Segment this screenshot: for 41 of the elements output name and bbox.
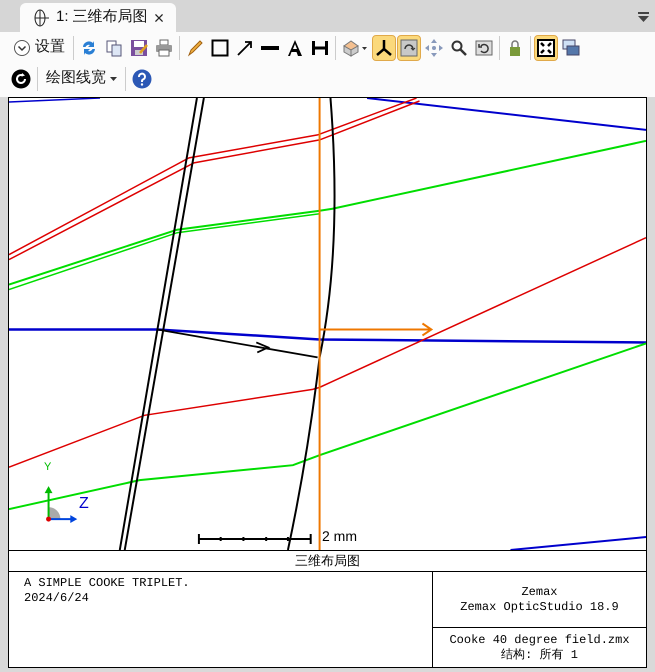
magnifier-icon [450,38,468,56]
date-text: 2024/6/24 [24,591,90,606]
fit-frame-icon [537,38,555,56]
move-arrows-icon [425,38,443,56]
tab-title: 1: 三维布局图 [56,7,148,28]
lens-icon [32,8,50,26]
scale-label: 2 mm [322,529,357,543]
chevron-circle-icon [13,38,31,56]
axis-z-label: Z [79,496,89,512]
close-tab-button[interactable]: × [154,8,164,26]
axes-gizmo-icon [44,486,78,524]
axes-icon [375,38,393,56]
axis-y-label: Y [44,462,52,473]
copy-icon [105,38,123,56]
refresh-circle-icon [11,68,31,88]
plot-caption: 三维布局图 [295,552,360,570]
file-name: Cooke 40 degree field.zmx [449,632,630,648]
line-width-dropdown[interactable]: 绘图线宽 [41,66,122,92]
letter-icon [286,38,304,56]
lens-title: A SIMPLE COOKE TRIPLET. [24,576,191,591]
rotate-icon [400,38,418,56]
windows-icon [562,38,580,56]
caret-icon [110,76,117,80]
arrow-icon [236,38,254,56]
dimension-icon [311,38,329,56]
settings-button[interactable]: 设置 [8,34,70,60]
rotate-button[interactable] [397,34,421,60]
cube-view-icon [342,38,368,56]
program-version: Zemax OpticStudio 18.9 [460,600,619,614]
configuration-text: 结构: 所有 1 [501,648,578,662]
undo-icon [475,38,493,56]
axes-button[interactable] [372,34,396,60]
document-tab[interactable]: 1: 三维布局图 × [20,3,176,32]
pencil-icon [186,38,204,56]
printer-icon [155,38,173,56]
help-icon [132,68,152,88]
company-name: Zemax [521,584,558,600]
dropdown-menu-icon[interactable] [638,12,649,22]
rectangle-icon [211,38,229,56]
fit-button[interactable] [534,34,558,60]
refresh-icon [80,38,98,56]
